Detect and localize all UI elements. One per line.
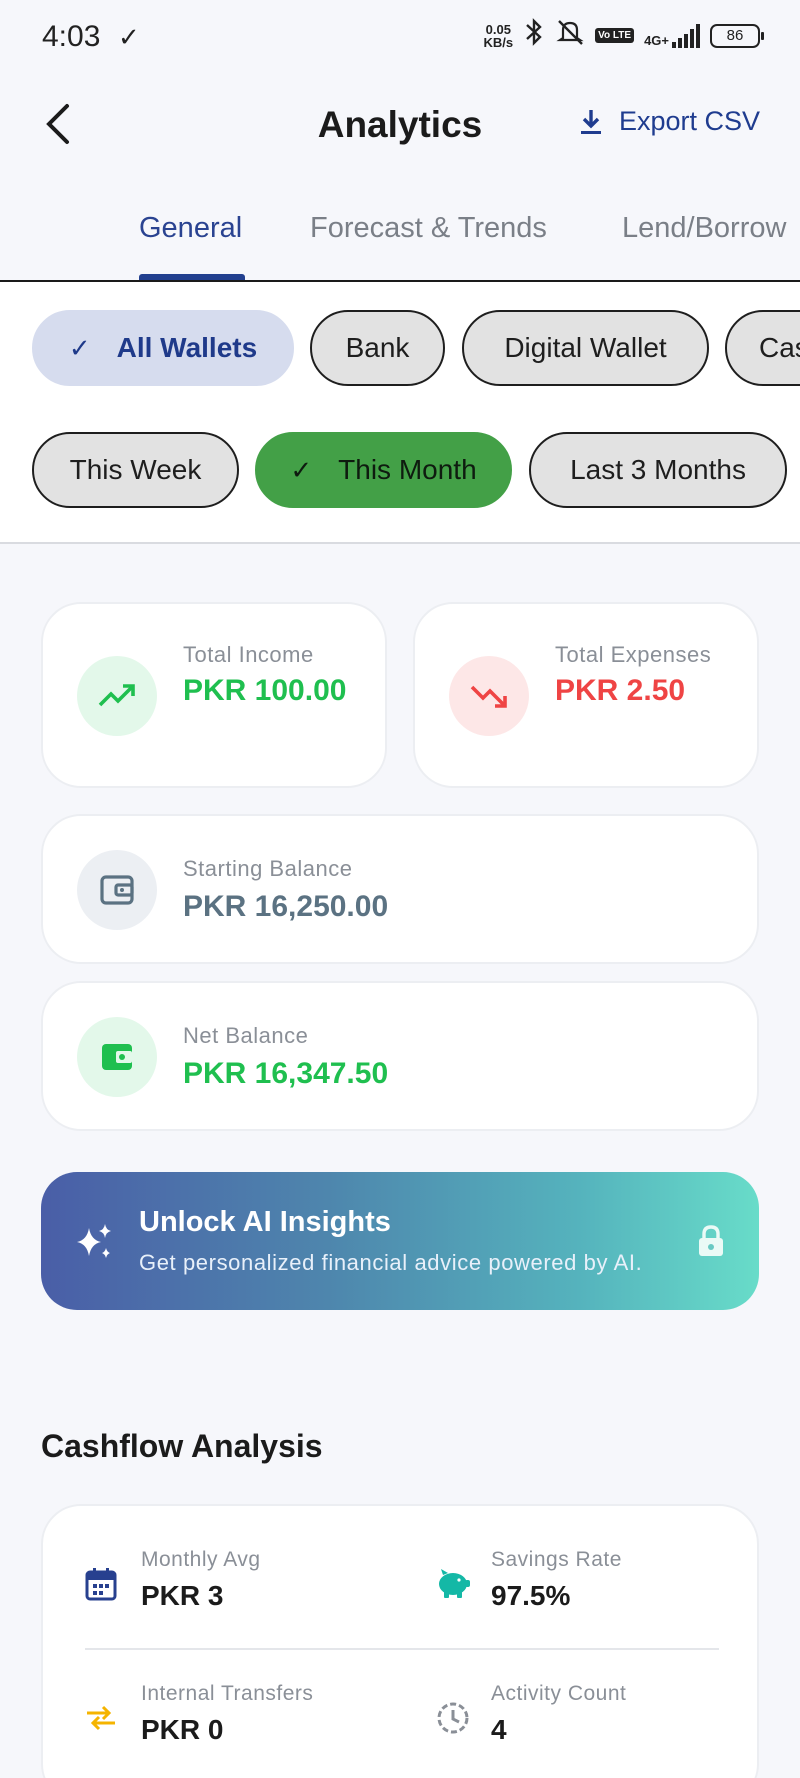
chip-digital-wallet[interactable]: Digital Wallet xyxy=(462,310,709,386)
export-csv-label: Export CSV xyxy=(618,106,760,136)
divider xyxy=(85,1648,719,1650)
savings-rate-label: Savings Rate xyxy=(491,1548,622,1571)
active-tab-indicator xyxy=(139,274,245,280)
total-expenses-label: Total Expenses xyxy=(555,642,712,667)
total-income-label: Total Income xyxy=(183,642,314,667)
activity-count-value: 4 xyxy=(491,1714,507,1745)
monthly-avg-value: PKR 3 xyxy=(141,1580,224,1611)
tab-bar: General Forecast & Trends Lend/Borrow xyxy=(0,176,800,282)
chip-label: Bank xyxy=(345,332,410,363)
tab-general[interactable]: General xyxy=(139,212,242,245)
savings-rate-value: 97.5% xyxy=(491,1580,571,1611)
chip-label: This Week xyxy=(69,454,202,485)
signal-group: 4G+ xyxy=(644,23,700,48)
piggy-bank-icon xyxy=(433,1564,473,1604)
total-income-value: PKR 100.00 xyxy=(183,674,347,707)
net-speed: 0.05 KB/s xyxy=(483,23,513,49)
sparkles-icon xyxy=(77,1224,111,1258)
export-csv-button[interactable]: Export CSV xyxy=(579,106,760,137)
net-speed-value: 0.05 xyxy=(485,21,511,37)
ai-insights-banner[interactable]: Unlock AI Insights Get personalized fina… xyxy=(41,1172,759,1310)
status-bar: 4:03 ✓ 0.05 KB/s Vo LTE 4G+ 86 xyxy=(0,0,800,76)
ai-banner-title: Unlock AI Insights xyxy=(139,1206,391,1238)
cashflow-section-title: Cashflow Analysis xyxy=(41,1428,323,1464)
activity-count-label: Activity Count xyxy=(491,1682,627,1705)
chip-label: Last 3 Months xyxy=(570,454,746,485)
trending-up-icon xyxy=(77,656,157,736)
bluetooth-icon xyxy=(523,18,545,53)
battery-icon: 86 xyxy=(710,23,764,48)
starting-balance-value: PKR 16,250.00 xyxy=(183,890,389,923)
check-icon: ✓ xyxy=(290,454,313,485)
status-icons: 0.05 KB/s Vo LTE 4G+ 86 xyxy=(483,18,764,53)
chip-this-week[interactable]: This Week xyxy=(32,432,239,508)
signal-bars-icon xyxy=(672,23,700,48)
chip-label: This Month xyxy=(338,454,477,485)
history-icon xyxy=(433,1698,473,1738)
cashflow-card: Monthly Avg PKR 3 Savings Rate 97.5% Int… xyxy=(41,1504,759,1778)
chip-cash[interactable]: Cash xyxy=(725,310,800,386)
chip-all-wallets[interactable]: ✓ All Wallets xyxy=(32,310,294,386)
chip-last-3-months[interactable]: Last 3 Months xyxy=(529,432,787,508)
volte-badge: Vo LTE xyxy=(595,28,635,43)
total-expenses-value: PKR 2.50 xyxy=(555,674,686,707)
chip-label: All Wallets xyxy=(116,332,258,363)
chip-this-month[interactable]: ✓ This Month xyxy=(255,432,512,508)
tab-lend-borrow[interactable]: Lend/Borrow xyxy=(622,212,786,245)
tab-forecast-trends[interactable]: Forecast & Trends xyxy=(310,212,547,245)
internal-transfers-value: PKR 0 xyxy=(141,1714,224,1745)
chip-bank[interactable]: Bank xyxy=(310,310,445,386)
net-balance-value: PKR 16,347.50 xyxy=(183,1057,389,1090)
network-type: 4G+ xyxy=(644,32,669,48)
wallet-filled-icon xyxy=(77,1017,157,1097)
status-time: 4:03 xyxy=(42,20,101,53)
ai-banner-subtitle: Get personalized financial advice powere… xyxy=(139,1250,643,1275)
trending-down-icon xyxy=(449,656,529,736)
monthly-avg-label: Monthly Avg xyxy=(141,1548,261,1571)
check-icon: ✓ xyxy=(68,332,91,363)
net-speed-unit: KB/s xyxy=(483,34,514,50)
transfer-arrows-icon xyxy=(81,1698,121,1738)
filter-area: ✓ All Wallets Bank Digital Wallet Cash T… xyxy=(0,284,800,544)
internal-transfers-label: Internal Transfers xyxy=(141,1682,314,1705)
total-expenses-card[interactable]: Total Expenses PKR 2.50 xyxy=(413,602,759,788)
mute-bell-icon xyxy=(555,18,585,53)
net-balance-label: Net Balance xyxy=(183,1023,309,1048)
net-balance-card[interactable]: Net Balance PKR 16,347.50 xyxy=(41,981,759,1131)
app-bar: Analytics Export CSV xyxy=(0,76,800,176)
starting-balance-label: Starting Balance xyxy=(183,856,353,881)
starting-balance-card[interactable]: Starting Balance PKR 16,250.00 xyxy=(41,814,759,964)
wallet-outline-icon xyxy=(77,850,157,930)
chip-label: Cash xyxy=(759,332,800,363)
download-icon xyxy=(580,109,601,134)
lock-icon xyxy=(699,1225,723,1256)
total-income-card[interactable]: Total Income PKR 100.00 xyxy=(41,602,387,788)
checkmark-notification-icon: ✓ xyxy=(118,22,140,52)
calendar-icon xyxy=(81,1564,121,1604)
chip-label: Digital Wallet xyxy=(504,332,667,363)
